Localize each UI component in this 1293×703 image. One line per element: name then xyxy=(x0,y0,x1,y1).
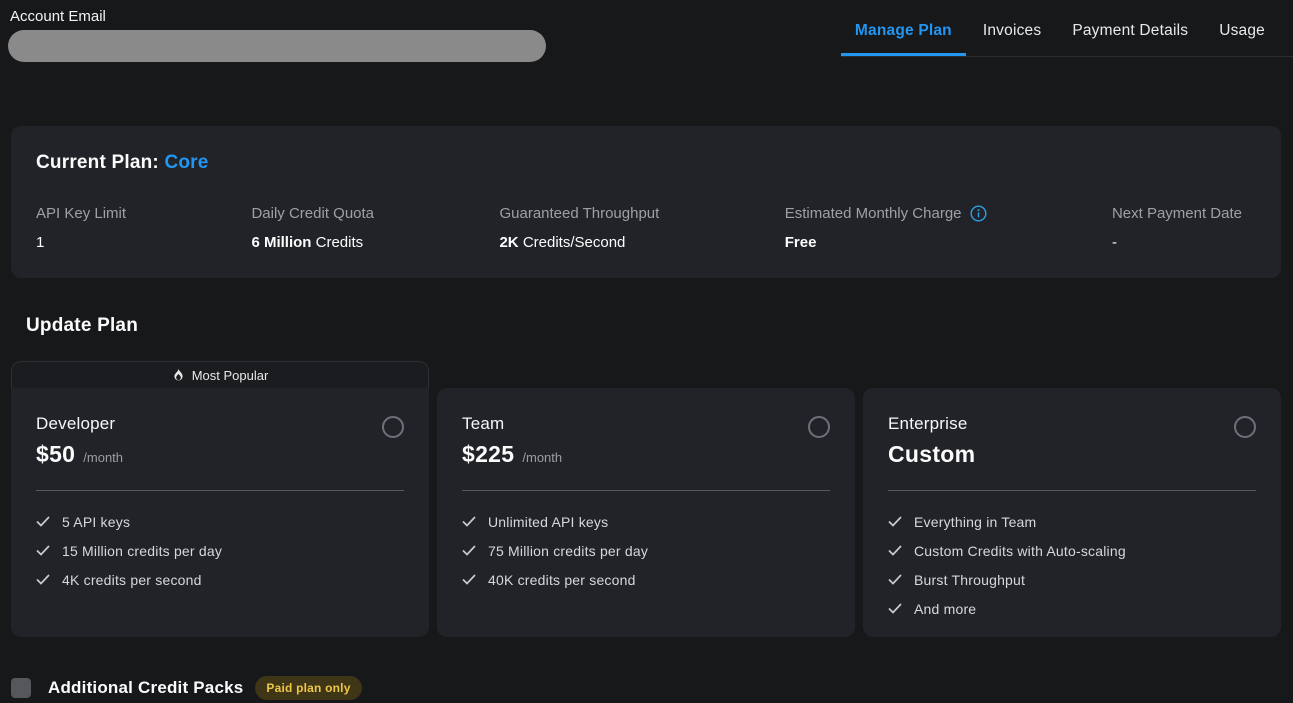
divider xyxy=(888,490,1256,491)
check-icon xyxy=(462,516,476,527)
tab-payment-details[interactable]: Payment Details xyxy=(1058,0,1202,56)
feature-item: 4K credits per second xyxy=(36,565,404,594)
plan-features: Everything in Team Custom Credits with A… xyxy=(888,507,1256,623)
plan-stats-row: API Key Limit 1 Daily Credit Quota 6 Mil… xyxy=(36,205,1256,251)
plan-price: $50 xyxy=(36,441,75,468)
plan-radio-enterprise[interactable] xyxy=(1234,416,1256,438)
stat-estimated-monthly-charge: Estimated Monthly Charge Free xyxy=(785,205,987,251)
account-email-label: Account Email xyxy=(10,8,546,25)
check-icon xyxy=(36,545,50,556)
current-plan-title: Current Plan: Core xyxy=(36,152,1256,174)
tab-usage[interactable]: Usage xyxy=(1205,0,1279,56)
stat-next-payment-date: Next Payment Date - xyxy=(1112,205,1242,251)
plan-features: 5 API keys 15 Million credits per day 4K… xyxy=(36,507,404,594)
plan-period: /month xyxy=(522,450,562,465)
feature-item: And more xyxy=(888,594,1256,623)
current-plan-name: Core xyxy=(164,152,208,173)
plan-name: Enterprise xyxy=(888,414,983,434)
stat-label: Estimated Monthly Charge xyxy=(785,205,987,222)
page-header: Account Email Manage Plan Invoices Payme… xyxy=(0,0,1293,62)
plan-period: /month xyxy=(83,450,123,465)
feature-item: 40K credits per second xyxy=(462,565,830,594)
additional-credit-packs-row: Additional Credit Packs Paid plan only xyxy=(11,676,1282,700)
stat-label: Next Payment Date xyxy=(1112,205,1242,222)
check-icon xyxy=(462,574,476,585)
stat-label: API Key Limit xyxy=(36,205,126,222)
divider xyxy=(462,490,830,491)
feature-item: Unlimited API keys xyxy=(462,507,830,536)
feature-item: Custom Credits with Auto-scaling xyxy=(888,536,1256,565)
additional-credit-packs-checkbox[interactable] xyxy=(11,678,31,698)
plan-radio-developer[interactable] xyxy=(382,416,404,438)
stat-daily-credit-quota: Daily Credit Quota 6 Million Credits xyxy=(251,205,374,251)
account-email-section: Account Email xyxy=(0,0,546,62)
check-icon xyxy=(888,574,902,585)
feature-item: Burst Throughput xyxy=(888,565,1256,594)
most-popular-label: Most Popular xyxy=(192,368,269,383)
check-icon xyxy=(888,516,902,527)
stat-label: Daily Credit Quota xyxy=(251,205,374,222)
paid-plan-only-badge: Paid plan only xyxy=(255,676,361,700)
check-icon xyxy=(36,574,50,585)
plan-name: Team xyxy=(462,414,562,434)
flame-icon xyxy=(172,368,185,382)
plan-price: $225 xyxy=(462,441,514,468)
plan-radio-team[interactable] xyxy=(808,416,830,438)
check-icon xyxy=(462,545,476,556)
plan-card-team: Team $225 /month Unlimited API keys xyxy=(437,388,855,637)
plan-card-developer: Most Popular Developer $50 /month xyxy=(11,361,429,637)
info-icon[interactable] xyxy=(970,205,987,222)
feature-item: Everything in Team xyxy=(888,507,1256,536)
plan-price: Custom xyxy=(888,441,975,468)
plan-features: Unlimited API keys 75 Million credits pe… xyxy=(462,507,830,594)
billing-tabs: Manage Plan Invoices Payment Details Usa… xyxy=(841,0,1293,57)
plan-name: Developer xyxy=(36,414,123,434)
main-content: Current Plan: Core API Key Limit 1 Daily… xyxy=(0,126,1293,700)
check-icon xyxy=(888,545,902,556)
feature-item: 75 Million credits per day xyxy=(462,536,830,565)
check-icon xyxy=(36,516,50,527)
divider xyxy=(36,490,404,491)
feature-item: 15 Million credits per day xyxy=(36,536,404,565)
stat-guaranteed-throughput: Guaranteed Throughput 2K Credits/Second xyxy=(499,205,659,251)
stat-label: Guaranteed Throughput xyxy=(499,205,659,222)
update-plan-heading: Update Plan xyxy=(26,315,1282,337)
check-icon xyxy=(888,603,902,614)
current-plan-card: Current Plan: Core API Key Limit 1 Daily… xyxy=(11,126,1281,278)
account-email-field[interactable] xyxy=(8,30,546,62)
plans-row: Most Popular Developer $50 /month xyxy=(11,361,1282,637)
most-popular-badge: Most Popular xyxy=(11,361,429,388)
stat-api-key-limit: API Key Limit 1 xyxy=(36,205,126,251)
current-plan-title-prefix: Current Plan: xyxy=(36,152,164,173)
tab-invoices[interactable]: Invoices xyxy=(969,0,1055,56)
plan-card-enterprise: Enterprise Custom Everything in Team xyxy=(863,388,1281,637)
feature-item: 5 API keys xyxy=(36,507,404,536)
additional-credit-packs-label: Additional Credit Packs xyxy=(48,678,243,698)
tab-manage-plan[interactable]: Manage Plan xyxy=(841,0,966,56)
